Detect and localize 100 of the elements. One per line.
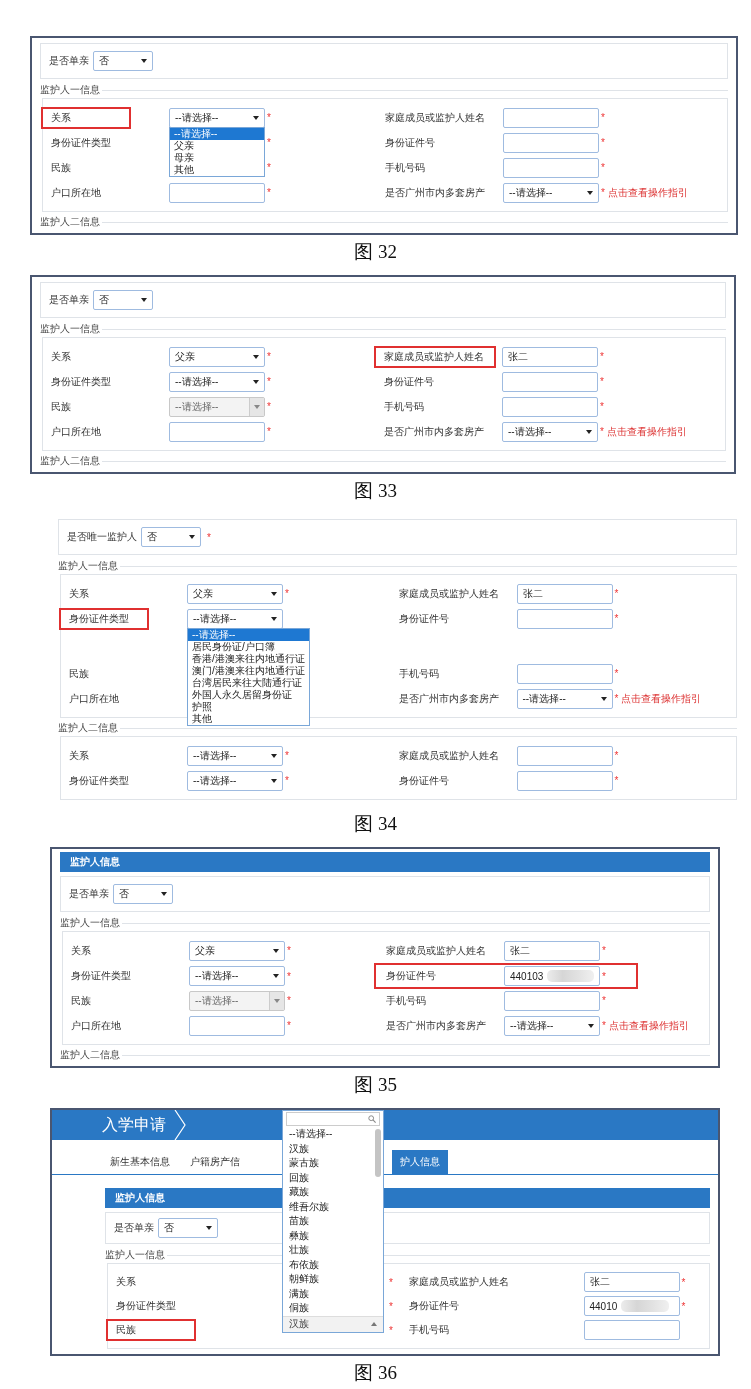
input-field[interactable]	[169, 421, 265, 442]
field-label: 手机号码	[385, 160, 425, 175]
select-field[interactable]: --请选择--	[187, 745, 283, 766]
required-mark: *	[267, 162, 271, 173]
guide-link[interactable]: 点击查看操作指引	[606, 424, 687, 439]
tab[interactable]: 户籍房产信	[182, 1150, 248, 1174]
input-field[interactable]	[502, 371, 598, 392]
dropdown-option[interactable]: --请选择--	[170, 127, 264, 140]
field-label: 民族	[116, 1323, 136, 1337]
input-field[interactable]	[516, 608, 613, 629]
dropdown-option[interactable]: 其他	[170, 163, 264, 176]
select-field[interactable]: 父亲	[189, 940, 285, 961]
dropdown-option[interactable]: 彝族	[283, 1228, 373, 1243]
guide-link[interactable]: 点击查看操作指引	[607, 185, 688, 200]
dropdown-option[interactable]: 汉族	[283, 1141, 373, 1156]
input-field[interactable]: 440103	[504, 966, 600, 986]
input-field[interactable]	[516, 663, 613, 684]
select-field[interactable]: 父亲	[187, 583, 283, 604]
dropdown-option[interactable]: --请选择--	[188, 628, 309, 641]
field-label: 手机号码	[386, 993, 426, 1008]
required-mark: *	[267, 137, 271, 148]
required-mark: *	[614, 613, 619, 624]
dropdown-option[interactable]: 其他	[188, 712, 309, 725]
select-field[interactable]: --请选择--	[187, 770, 283, 791]
input-field[interactable]	[503, 107, 599, 128]
dropdown-option[interactable]: 母亲	[170, 151, 264, 164]
select-field[interactable]: --请选择--	[189, 966, 285, 986]
input-field[interactable]	[169, 182, 265, 203]
dropdown-option[interactable]: 护照	[188, 700, 309, 713]
dropdown-option[interactable]: 父亲	[170, 139, 264, 152]
field-label: 关系	[69, 586, 89, 601]
section-title: 监护人一信息	[105, 1248, 166, 1262]
dropdown-option[interactable]: --请选择--	[283, 1127, 373, 1142]
dropdown-option[interactable]: 香港/港澳来往内地通行证	[188, 652, 309, 665]
scrollbar-thumb[interactable]	[375, 1129, 381, 1177]
search-field[interactable]	[286, 1112, 380, 1126]
dropdown-option[interactable]: 苗族	[283, 1214, 373, 1229]
dropdown-option[interactable]: 蒙古族	[283, 1156, 373, 1171]
dropdown-option[interactable]: 侗族	[283, 1301, 373, 1316]
select-field[interactable]: --请选择--	[189, 990, 285, 1011]
input-field[interactable]	[516, 745, 613, 766]
input-field[interactable]	[189, 1015, 285, 1036]
required-mark: *	[267, 401, 271, 412]
guide-link[interactable]: 点击查看操作指引	[621, 691, 702, 706]
required-mark: *	[602, 970, 606, 982]
dropdown-option[interactable]: 居民身份证/户口簿	[188, 640, 309, 653]
input-field[interactable]	[504, 990, 600, 1011]
select-field[interactable]: --请选择--	[503, 182, 599, 203]
input-field[interactable]: 张二	[583, 1272, 680, 1292]
dropdown-option[interactable]: 澳门/港澳来往内地通行证	[188, 664, 309, 677]
select-field[interactable]: 汉族	[283, 1315, 383, 1332]
caret-icon	[141, 59, 147, 63]
dropdown-option[interactable]: 布依族	[283, 1257, 373, 1272]
select-field[interactable]: --请选择--	[504, 1015, 600, 1036]
dropdown-button[interactable]	[249, 397, 264, 416]
input-field[interactable]: 张二	[502, 346, 598, 367]
input-field[interactable]	[503, 132, 599, 153]
panel-header: 监护人信息	[60, 852, 710, 872]
input-field[interactable]	[502, 396, 598, 417]
select-field[interactable]: 否	[158, 1218, 218, 1238]
field-label: 身份证件类型	[69, 611, 129, 626]
select-field[interactable]: --请选择--	[169, 371, 265, 392]
field-label: 是否单亲	[114, 1221, 154, 1235]
select-field[interactable]: --请选择--	[516, 688, 613, 709]
section-title: 监护人二信息	[40, 454, 101, 468]
dropdown-option[interactable]: 藏族	[283, 1185, 373, 1200]
field-label: 关系	[51, 349, 71, 364]
input-field[interactable]: 张二	[504, 940, 600, 961]
select-field[interactable]: 否	[93, 290, 153, 310]
input-field[interactable]: 44010	[583, 1296, 680, 1316]
select-field[interactable]: 否	[113, 884, 173, 904]
guide-link[interactable]: 点击查看操作指引	[608, 1018, 689, 1033]
input-field[interactable]: 张二	[516, 583, 613, 604]
input-field[interactable]	[503, 157, 599, 178]
select-field[interactable]: 否	[93, 51, 153, 71]
select-field[interactable]: --请选择--	[169, 107, 265, 128]
required-mark: *	[614, 588, 619, 599]
dropdown-option[interactable]: 满族	[283, 1286, 373, 1301]
caret-icon	[586, 429, 592, 434]
dropdown-option[interactable]: 回族	[283, 1170, 373, 1185]
dropdown-button[interactable]	[269, 991, 284, 1010]
caret-icon	[588, 1023, 594, 1028]
select-field[interactable]: --请选择--	[169, 396, 265, 417]
field-label: 户口所在地	[51, 185, 101, 200]
dropdown-option[interactable]: 台湾居民来往大陆通行证	[188, 676, 309, 689]
select-field[interactable]: 否	[141, 527, 201, 547]
dropdown-option[interactable]: 外国人永久居留身份证	[188, 688, 309, 701]
select-field[interactable]: --请选择--	[502, 421, 598, 442]
caret-icon	[206, 1226, 212, 1230]
dropdown-option[interactable]: 朝鲜族	[283, 1272, 373, 1287]
tab[interactable]: 新生基本信息	[102, 1150, 178, 1174]
search-icon	[368, 1115, 376, 1123]
dropdown-option[interactable]: 壮族	[283, 1243, 373, 1258]
select-field[interactable]: --请选择--	[187, 608, 283, 629]
select-field[interactable]: 父亲	[169, 346, 265, 367]
field-label: 家庭成员或监护人姓名	[398, 586, 499, 601]
field-label: 身份证件号	[386, 969, 436, 983]
input-field[interactable]	[516, 770, 613, 791]
tab[interactable]: 护人信息	[392, 1150, 448, 1174]
input-field[interactable]	[583, 1320, 680, 1340]
